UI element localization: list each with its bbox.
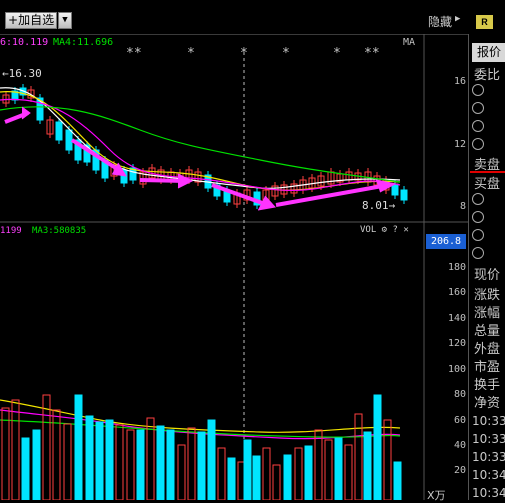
trade-time: 10:33 xyxy=(472,414,505,428)
volume-tick: 160 xyxy=(447,287,466,298)
volume-bar xyxy=(283,454,292,500)
add-favorite-button[interactable]: +加自选 xyxy=(5,12,57,29)
field-label: 涨幅 xyxy=(474,306,501,321)
field-label: 总量 xyxy=(474,324,501,339)
volume-bar xyxy=(126,429,135,500)
volume-bar xyxy=(146,417,155,500)
volume-bar xyxy=(243,439,252,500)
volume-bar xyxy=(334,437,343,500)
volume-bar xyxy=(383,419,392,500)
volume-bar xyxy=(63,423,72,500)
hide-button[interactable]: 隐藏 xyxy=(428,13,452,30)
volume-tick: 100 xyxy=(447,364,466,375)
volume-bar xyxy=(324,439,333,500)
trend-arrow-head xyxy=(21,106,31,120)
volume-tick: 80 xyxy=(453,389,466,400)
field-label: 市盈 xyxy=(474,360,501,375)
volume-tick: 140 xyxy=(447,313,466,324)
candle-body xyxy=(55,121,63,141)
tab-quote[interactable]: 报价 xyxy=(472,43,505,62)
volume-bar xyxy=(32,429,41,500)
volume-bar xyxy=(177,444,186,500)
toolbar: +加自选 ▼ 隐藏 ▶ R xyxy=(0,0,505,35)
volume-tick: 60 xyxy=(453,415,466,426)
chevron-down-icon[interactable]: ▼ xyxy=(58,12,72,29)
volume-bar xyxy=(197,431,206,500)
volume-bar xyxy=(95,421,104,500)
volume-bar xyxy=(363,431,372,500)
radio-icon[interactable] xyxy=(472,138,484,150)
candlesticks xyxy=(2,84,408,209)
volume-bar xyxy=(207,419,216,500)
order-ratio-label: 委比 xyxy=(474,68,501,83)
volume-bar xyxy=(344,444,353,500)
low-annotation: 8.01→ xyxy=(362,199,396,212)
field-label: 净资 xyxy=(474,396,501,411)
field-label: 换手 xyxy=(474,378,501,393)
volume-tick: 180 xyxy=(447,262,466,273)
price-tick: 8 xyxy=(459,201,466,212)
trade-time: 10:34 xyxy=(472,468,505,482)
volume-tick: 20 xyxy=(453,465,466,476)
trade-time: 10:33 xyxy=(472,450,505,464)
volume-controls[interactable]: VOL ⚙ ? ✕ xyxy=(360,225,409,235)
price-tick: 16 xyxy=(453,76,466,87)
field-label: 外盘 xyxy=(474,342,501,357)
volume-bars xyxy=(1,394,402,500)
volume-bar xyxy=(136,429,145,500)
radio-icon[interactable] xyxy=(472,193,484,205)
volume-tick: 40 xyxy=(453,440,466,451)
vol-legend-partial: 1199 xyxy=(0,226,22,236)
high-annotation: ←16.30 xyxy=(2,67,42,80)
trade-time: 10:33 xyxy=(472,432,505,446)
volume-bar xyxy=(217,447,226,500)
trade-time: 10:34 xyxy=(472,486,505,500)
price-tick: 12 xyxy=(453,139,466,150)
volume-bar xyxy=(304,445,313,500)
volume-bar xyxy=(272,464,281,500)
candle-body xyxy=(400,189,408,201)
volume-bar xyxy=(354,413,363,500)
volume-bar xyxy=(166,429,175,500)
volume-bar xyxy=(187,427,196,500)
volume-bar xyxy=(252,455,261,500)
trend-arrows xyxy=(4,106,397,211)
volume-bar xyxy=(393,461,402,500)
volume-bar xyxy=(262,447,271,500)
volume-bar xyxy=(11,399,20,500)
volume-bar xyxy=(85,415,94,500)
volume-bar xyxy=(373,394,382,500)
volume-bar xyxy=(227,457,236,500)
volume-tick: 120 xyxy=(447,338,466,349)
volume-bar xyxy=(294,447,303,500)
candle-body xyxy=(65,129,73,151)
field-label: 现价 xyxy=(474,268,501,283)
chevron-right-icon[interactable]: ▶ xyxy=(455,14,460,24)
volume-bar xyxy=(42,394,51,500)
add-favorite-label: 加自选 xyxy=(18,13,55,27)
volume-bar xyxy=(1,407,10,500)
buy-label: 买盘 xyxy=(474,177,501,192)
volume-bar xyxy=(105,419,114,500)
radio-icon[interactable] xyxy=(472,247,484,259)
r-badge[interactable]: R xyxy=(476,15,493,29)
radio-icon[interactable] xyxy=(472,211,484,223)
radio-icon[interactable] xyxy=(472,102,484,114)
kline-chart[interactable] xyxy=(0,34,468,500)
radio-icon[interactable] xyxy=(472,120,484,132)
trend-arrow-head xyxy=(177,173,194,189)
volume-bar xyxy=(21,437,30,500)
volume-bar xyxy=(74,394,83,500)
field-label: 涨跌 xyxy=(474,288,501,303)
radio-icon[interactable] xyxy=(472,229,484,241)
vol-ma3-legend: MA3:580835 xyxy=(32,226,87,236)
radio-icon[interactable] xyxy=(472,84,484,96)
volume-unit: X万 xyxy=(427,489,446,502)
plus-icon: + xyxy=(8,13,19,27)
volume-bar xyxy=(115,424,124,500)
volume-current-value: 206.8 xyxy=(426,234,466,249)
volume-bar xyxy=(156,425,165,500)
volume-bar xyxy=(314,429,323,500)
